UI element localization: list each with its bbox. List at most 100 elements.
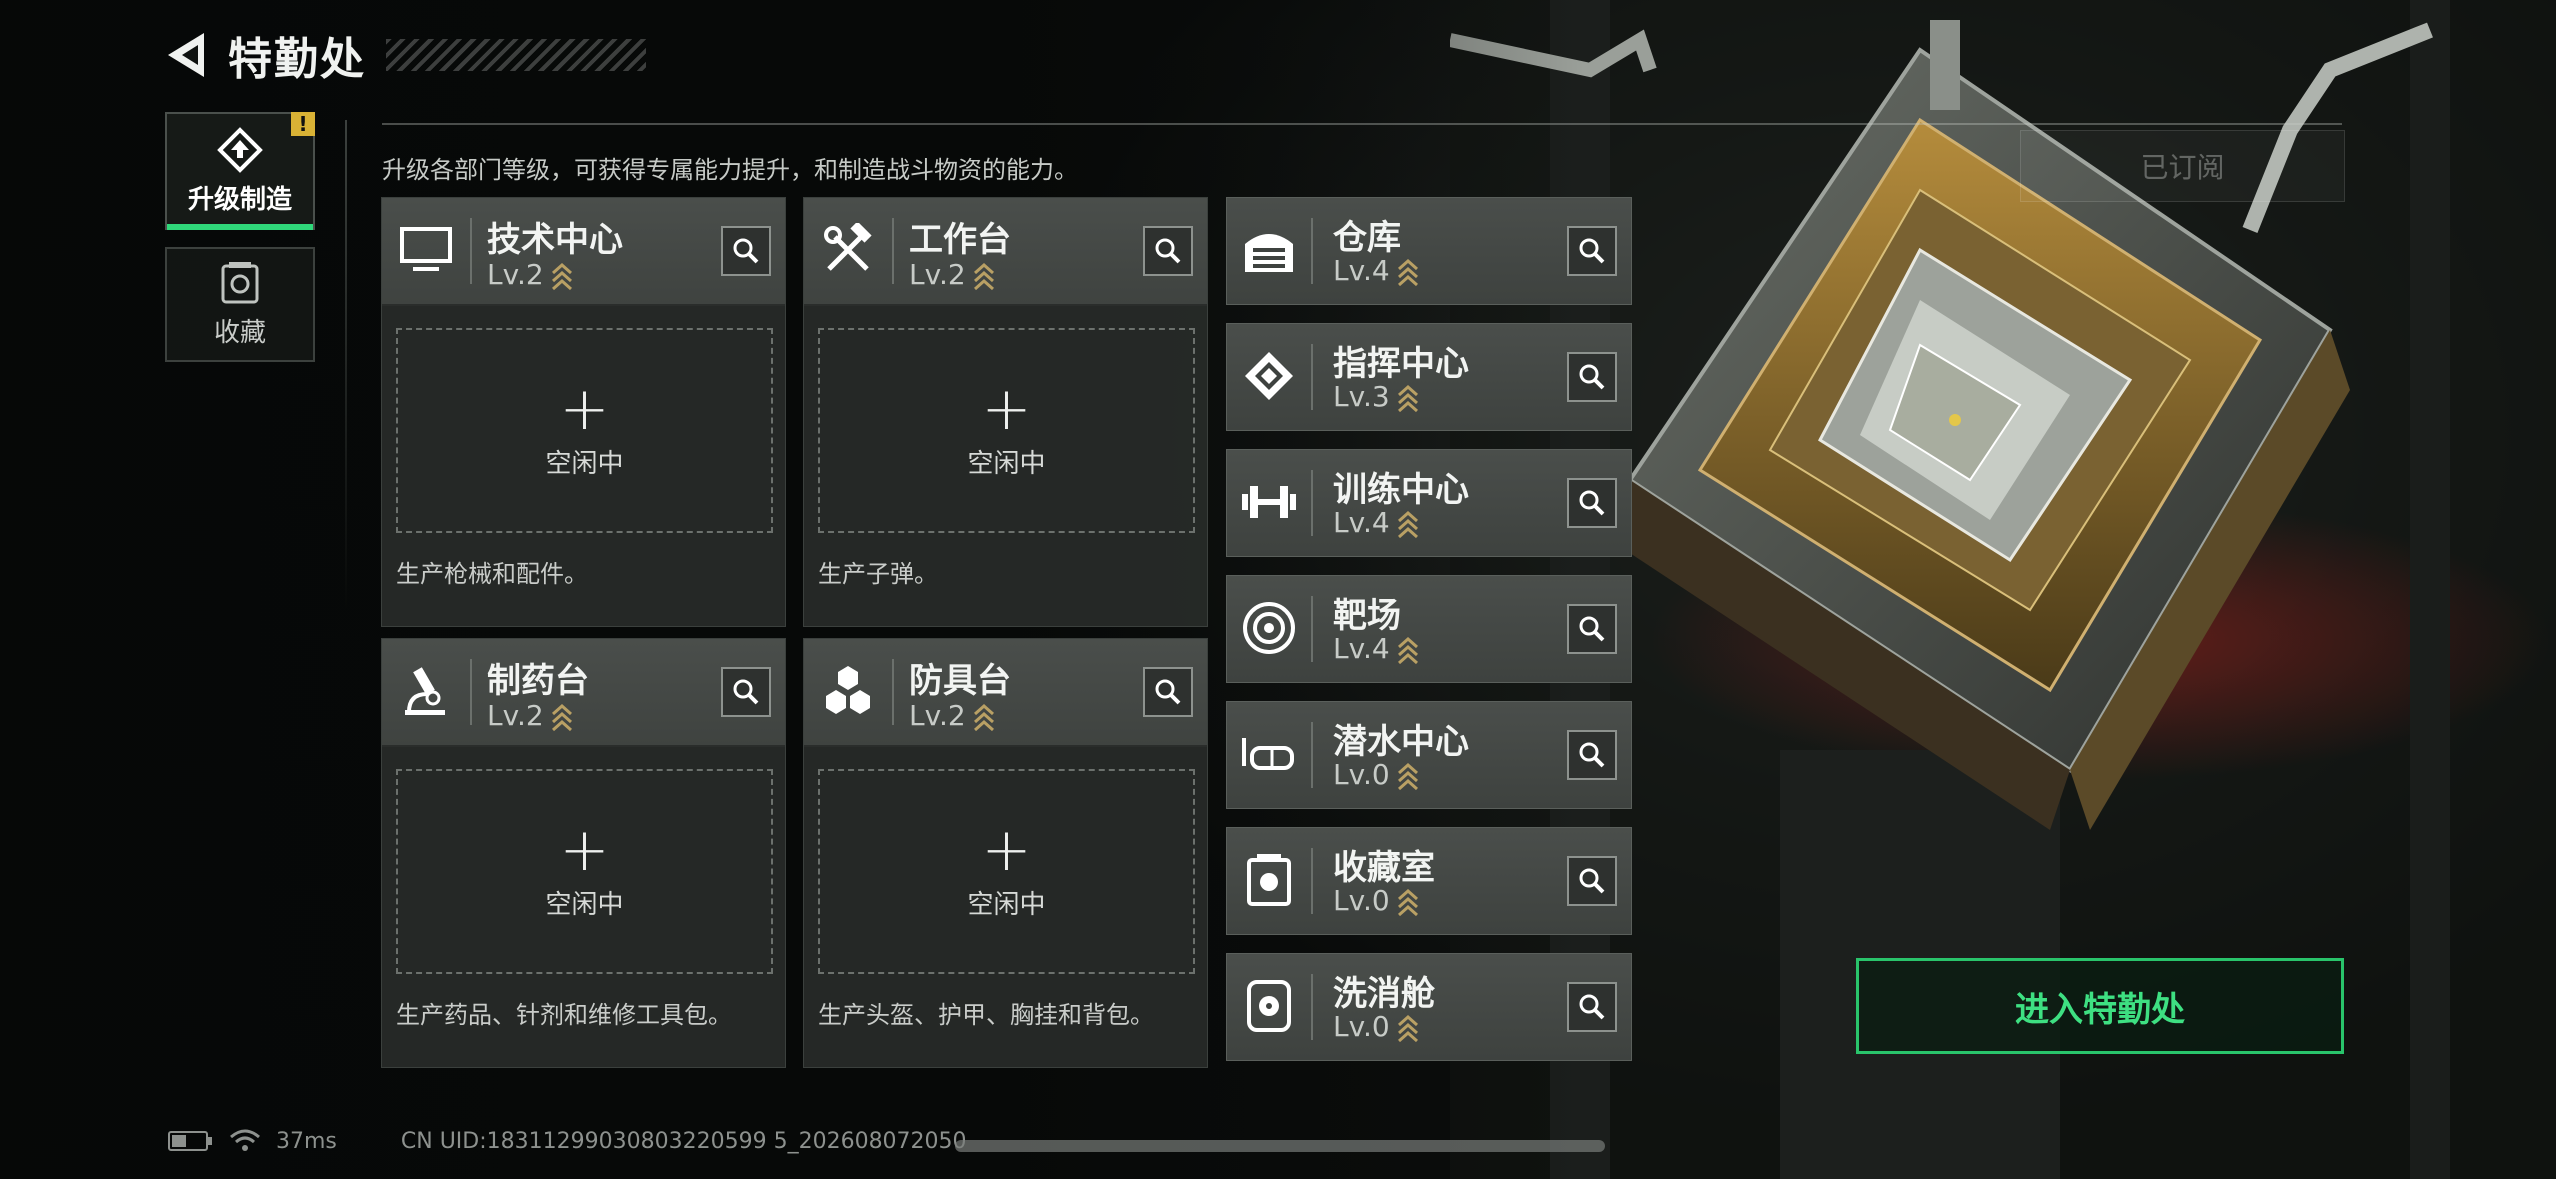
production-slot[interactable]: + 空闲中	[396, 328, 773, 533]
tools-icon	[818, 220, 878, 280]
facility-card-warehouse[interactable]: 仓库 Lv.4	[1226, 197, 1632, 305]
production-description: 生产药品、针剂和维修工具包。	[396, 1001, 732, 1029]
facility-level: Lv.2	[487, 699, 574, 732]
level-up-chevron-icon	[1397, 888, 1418, 917]
card-header: 防具台 Lv.2	[804, 639, 1207, 747]
slot-status: 空闲中	[545, 890, 624, 920]
facility-name: 潜水中心	[1333, 722, 1469, 762]
facility-card-shooting-range[interactable]: 靶场 Lv.4	[1226, 575, 1632, 683]
facility-name: 收藏室	[1333, 848, 1435, 888]
search-icon	[1579, 994, 1605, 1020]
slot-status: 空闲中	[967, 449, 1046, 479]
card-header: 工作台 Lv.2	[804, 198, 1207, 306]
search-button[interactable]	[1567, 478, 1617, 528]
tab-collection-label: 收藏	[213, 318, 266, 348]
separator	[1311, 218, 1313, 284]
hexagons-icon	[818, 661, 878, 721]
title-decoration	[386, 39, 646, 71]
facility-card-collection-room[interactable]: 收藏室 Lv.0	[1226, 827, 1632, 935]
enter-special-ops-button[interactable]: 进入特勤处	[1856, 958, 2344, 1054]
page-description: 升级各部门等级，可获得专属能力提升，和制造战斗物资的能力。	[382, 156, 1078, 184]
facility-card-training-center[interactable]: 训练中心 Lv.4	[1226, 449, 1632, 557]
plus-icon: +	[981, 374, 1032, 444]
facility-level: Lv.3	[1333, 380, 1420, 413]
search-button[interactable]	[1567, 352, 1617, 402]
tab-upgrade-label: 升级制造	[187, 184, 292, 215]
tab-collection[interactable]: 收藏	[165, 247, 315, 362]
search-icon	[733, 238, 759, 264]
facility-level: Lv.4	[1333, 632, 1420, 665]
search-button[interactable]	[721, 667, 771, 717]
warehouse-icon	[1239, 220, 1299, 280]
search-button[interactable]	[721, 226, 771, 276]
search-button[interactable]	[1143, 667, 1193, 717]
level-up-chevron-icon	[551, 262, 572, 291]
alert-badge: !	[291, 112, 315, 136]
search-icon	[1155, 238, 1181, 264]
separator	[892, 218, 894, 284]
plus-icon: +	[559, 374, 610, 444]
facility-level: Lv.4	[1333, 254, 1420, 287]
facility-level: Lv.4	[1333, 506, 1420, 539]
search-button[interactable]	[1143, 226, 1193, 276]
search-button[interactable]	[1567, 982, 1617, 1032]
production-card-workbench: 工作台 Lv.2 + 空闲中 生产子弹。	[803, 197, 1208, 627]
diving-mask-icon	[1239, 724, 1299, 784]
separator	[1311, 848, 1313, 914]
facility-level: Lv.2	[909, 258, 996, 291]
search-button[interactable]	[1567, 856, 1617, 906]
level-up-chevron-icon	[973, 703, 994, 732]
separator	[470, 659, 472, 725]
back-button[interactable]	[160, 25, 212, 85]
battery-icon	[168, 1131, 212, 1151]
level-up-chevron-icon	[1397, 636, 1418, 665]
level-up-chevron-icon	[1397, 762, 1418, 791]
separator	[892, 659, 894, 725]
facility-level: Lv.0	[1333, 758, 1420, 791]
search-button[interactable]	[1567, 226, 1617, 276]
active-tab-indicator	[167, 224, 313, 230]
production-card-pharmacy: 制药台 Lv.2 + 空闲中 生产药品、针剂和维修工具包。	[381, 638, 786, 1068]
tab-upgrade-manufacture[interactable]: 升级制造 !	[165, 112, 315, 230]
level-up-chevron-icon	[1397, 258, 1418, 287]
search-icon	[1579, 364, 1605, 390]
facility-card-decontamination[interactable]: 洗消舱 Lv.0	[1226, 953, 1632, 1061]
level-up-chevron-icon	[551, 703, 572, 732]
target-icon	[1239, 598, 1299, 658]
production-description: 生产枪械和配件。	[396, 560, 588, 588]
slot-status: 空闲中	[545, 449, 624, 479]
facility-name: 训练中心	[1333, 470, 1469, 510]
search-icon	[733, 679, 759, 705]
production-slot[interactable]: + 空闲中	[396, 769, 773, 974]
page-title: 特勤处	[228, 34, 366, 85]
facility-card-diving-center[interactable]: 潜水中心 Lv.0	[1226, 701, 1632, 809]
facility-name: 工作台	[909, 220, 1011, 260]
upgrade-icon	[217, 126, 263, 173]
facility-card-command-center[interactable]: 指挥中心 Lv.3	[1226, 323, 1632, 431]
decontamination-icon	[1239, 976, 1299, 1036]
level-up-chevron-icon	[973, 262, 994, 291]
header: 特勤处	[160, 20, 646, 90]
production-slot[interactable]: + 空闲中	[818, 328, 1195, 533]
separator	[1311, 596, 1313, 662]
search-button[interactable]	[1567, 604, 1617, 654]
production-slot[interactable]: + 空闲中	[818, 769, 1195, 974]
dumbbell-icon	[1239, 472, 1299, 532]
microscope-icon	[396, 661, 456, 721]
subscribed-button[interactable]: 已订阅	[2020, 130, 2345, 202]
search-icon	[1579, 742, 1605, 768]
level-up-chevron-icon	[1397, 384, 1418, 413]
monitor-icon	[396, 220, 456, 280]
search-button[interactable]	[1567, 730, 1617, 780]
facility-name: 洗消舱	[1333, 974, 1435, 1014]
level-up-chevron-icon	[1397, 510, 1418, 539]
level-up-chevron-icon	[1397, 1014, 1418, 1043]
card-header: 制药台 Lv.2	[382, 639, 785, 747]
search-icon	[1579, 238, 1605, 264]
separator	[1311, 344, 1313, 410]
home-indicator[interactable]	[955, 1140, 1605, 1152]
production-card-tech-center: 技术中心 Lv.2 + 空闲中 生产枪械和配件。	[381, 197, 786, 627]
search-icon	[1155, 679, 1181, 705]
divider-line	[382, 123, 2342, 125]
facility-name: 仓库	[1333, 218, 1401, 258]
